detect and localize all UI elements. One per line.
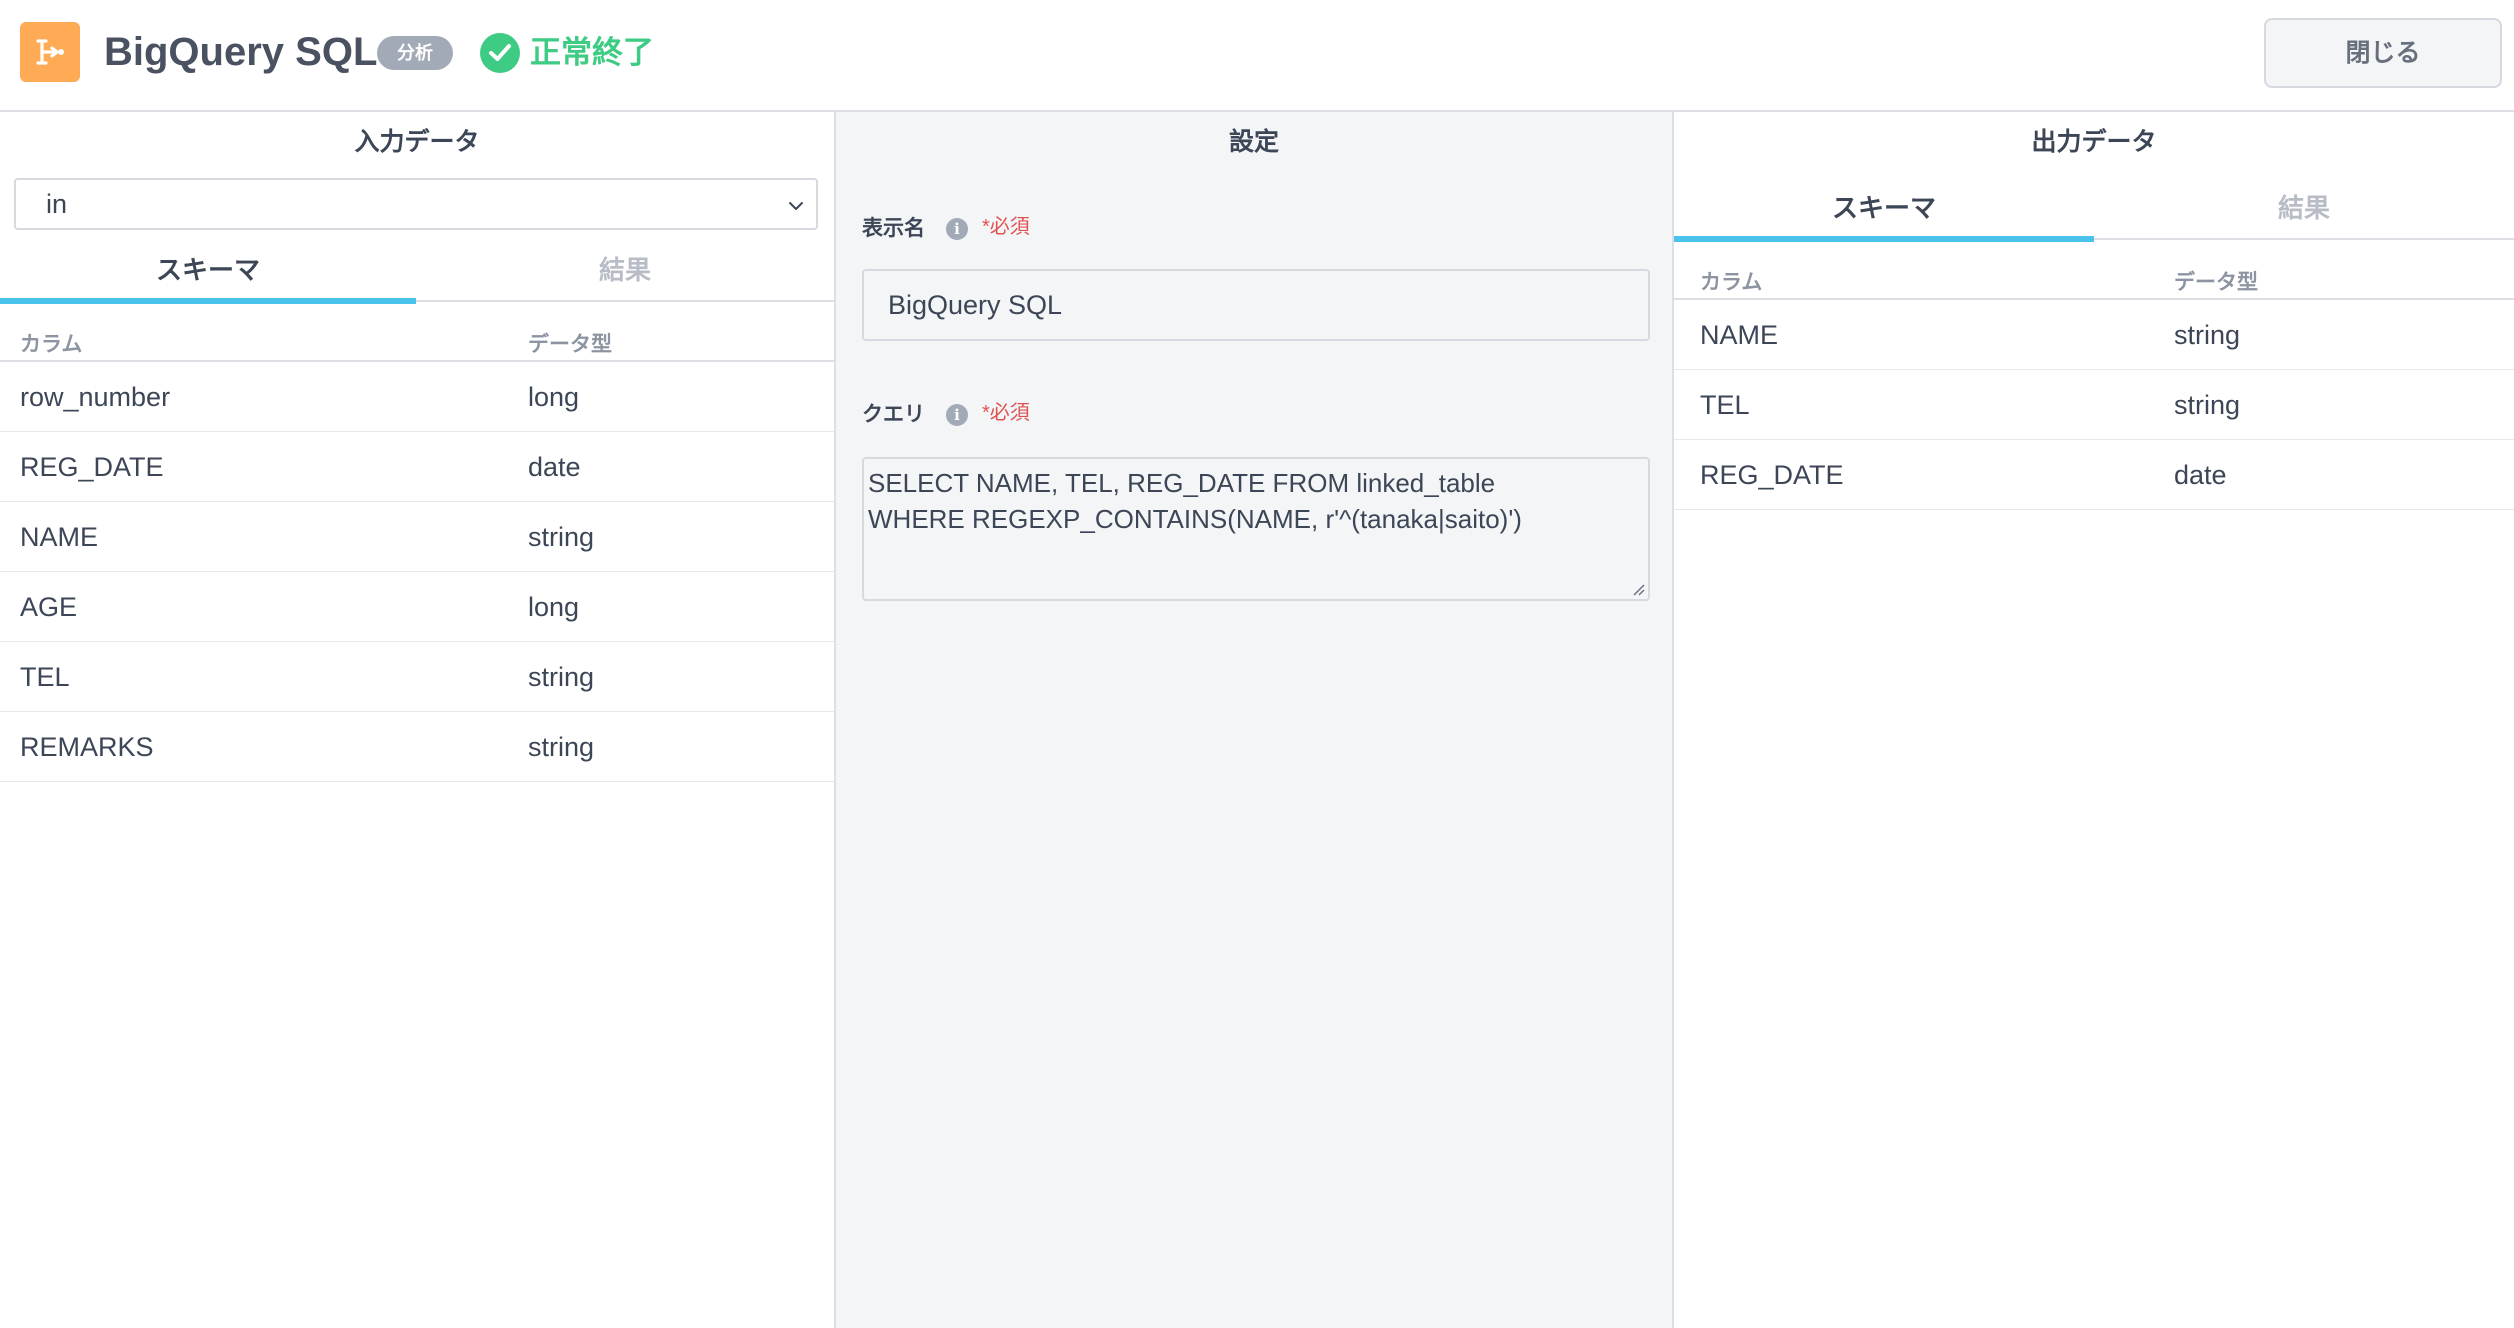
column-header-type: データ型 <box>528 333 612 356</box>
info-icon[interactable]: i <box>946 218 968 240</box>
column-name: row_number <box>20 382 171 412</box>
tab-schema[interactable]: スキーマ <box>1674 178 2094 242</box>
column-header-name: カラム <box>20 333 83 356</box>
input-tabs: スキーマ 結果 <box>0 240 834 304</box>
resize-handle-icon[interactable] <box>1630 581 1646 597</box>
column-type: string <box>528 522 595 552</box>
output-panel-title: 出力データ <box>2031 128 2157 156</box>
close-button[interactable]: 閉じる <box>2264 18 2502 88</box>
header-bar: BigQuery SQL 分析 正常終了 閉じる <box>0 0 2514 112</box>
column-type: string <box>2174 390 2241 420</box>
column-name: TEL <box>1700 390 1750 420</box>
query-textarea[interactable]: SELECT NAME, TEL, REG_DATE FROM linked_t… <box>862 457 1650 601</box>
input-panel-title: 入力データ <box>354 128 480 156</box>
column-type: string <box>2174 320 2241 350</box>
query-label: クエリ <box>862 403 925 426</box>
input-data-panel: 入力データ in スキーマ 結果 カラム データ型 row_number lon… <box>0 112 836 1328</box>
column-name: NAME <box>1700 320 1779 350</box>
output-data-panel: 出力データ スキーマ 結果 カラム データ型 NAME string TEL s… <box>1674 112 2514 1328</box>
settings-panel-title: 設定 <box>1228 128 1279 156</box>
flow-node-icon <box>20 22 80 82</box>
column-name: REG_DATE <box>1700 460 1844 490</box>
query-line: WHERE REGEXP_CONTAINS(NAME, r'^(tanaka|s… <box>868 504 1522 534</box>
table-row: TEL string <box>1674 370 2514 440</box>
column-header-type: データ型 <box>2174 271 2258 294</box>
table-row: TEL string <box>0 642 834 712</box>
query-line: SELECT NAME, TEL, REG_DATE FROM linked_t… <box>868 468 1496 498</box>
tab-schema[interactable]: スキーマ <box>0 240 416 304</box>
column-type: string <box>528 732 595 762</box>
table-header: カラム データ型 <box>0 304 834 362</box>
output-tabs: スキーマ 結果 <box>1674 178 2514 242</box>
table-row: AGE long <box>0 572 834 642</box>
input-schema-table: カラム データ型 row_number long REG_DATE date N… <box>0 304 834 782</box>
table-row: REG_DATE date <box>1674 440 2514 510</box>
column-header-name: カラム <box>1700 271 1763 294</box>
check-circle-icon <box>480 33 520 73</box>
page-title: BigQuery SQL <box>104 30 378 74</box>
category-badge: 分析 <box>377 36 453 70</box>
table-row: row_number long <box>0 362 834 432</box>
required-marker: *必須 <box>982 402 1030 424</box>
info-icon[interactable]: i <box>946 404 968 426</box>
chevron-down-icon <box>789 202 803 210</box>
tab-results[interactable]: 結果 <box>416 240 834 302</box>
status-text: 正常終了 <box>530 35 654 70</box>
display-name-label: 表示名 <box>862 217 925 240</box>
column-type: long <box>528 382 580 412</box>
column-type: string <box>528 662 595 692</box>
column-type: date <box>528 452 581 482</box>
column-type: long <box>528 592 580 622</box>
table-row: REG_DATE date <box>0 432 834 502</box>
column-type: date <box>2174 460 2227 490</box>
output-schema-table: カラム データ型 NAME string TEL string REG_DATE… <box>1674 242 2514 510</box>
tab-results[interactable]: 結果 <box>2094 178 2514 240</box>
column-name: AGE <box>20 592 78 622</box>
display-name-input[interactable]: BigQuery SQL <box>862 269 1650 341</box>
table-row: NAME string <box>0 502 834 572</box>
column-name: TEL <box>20 662 70 692</box>
column-name: REG_DATE <box>20 452 164 482</box>
table-header: カラム データ型 <box>1674 242 2514 300</box>
select-value: in <box>46 189 68 219</box>
column-name: NAME <box>20 522 99 552</box>
input-dataset-select[interactable]: in <box>14 178 818 230</box>
table-row: NAME string <box>1674 300 2514 370</box>
column-name: REMARKS <box>20 732 154 762</box>
settings-panel: 設定 表示名 i *必須 BigQuery SQL クエリ i *必須 SELE… <box>836 112 1674 1328</box>
required-marker: *必須 <box>982 216 1030 238</box>
table-row: REMARKS string <box>0 712 834 782</box>
